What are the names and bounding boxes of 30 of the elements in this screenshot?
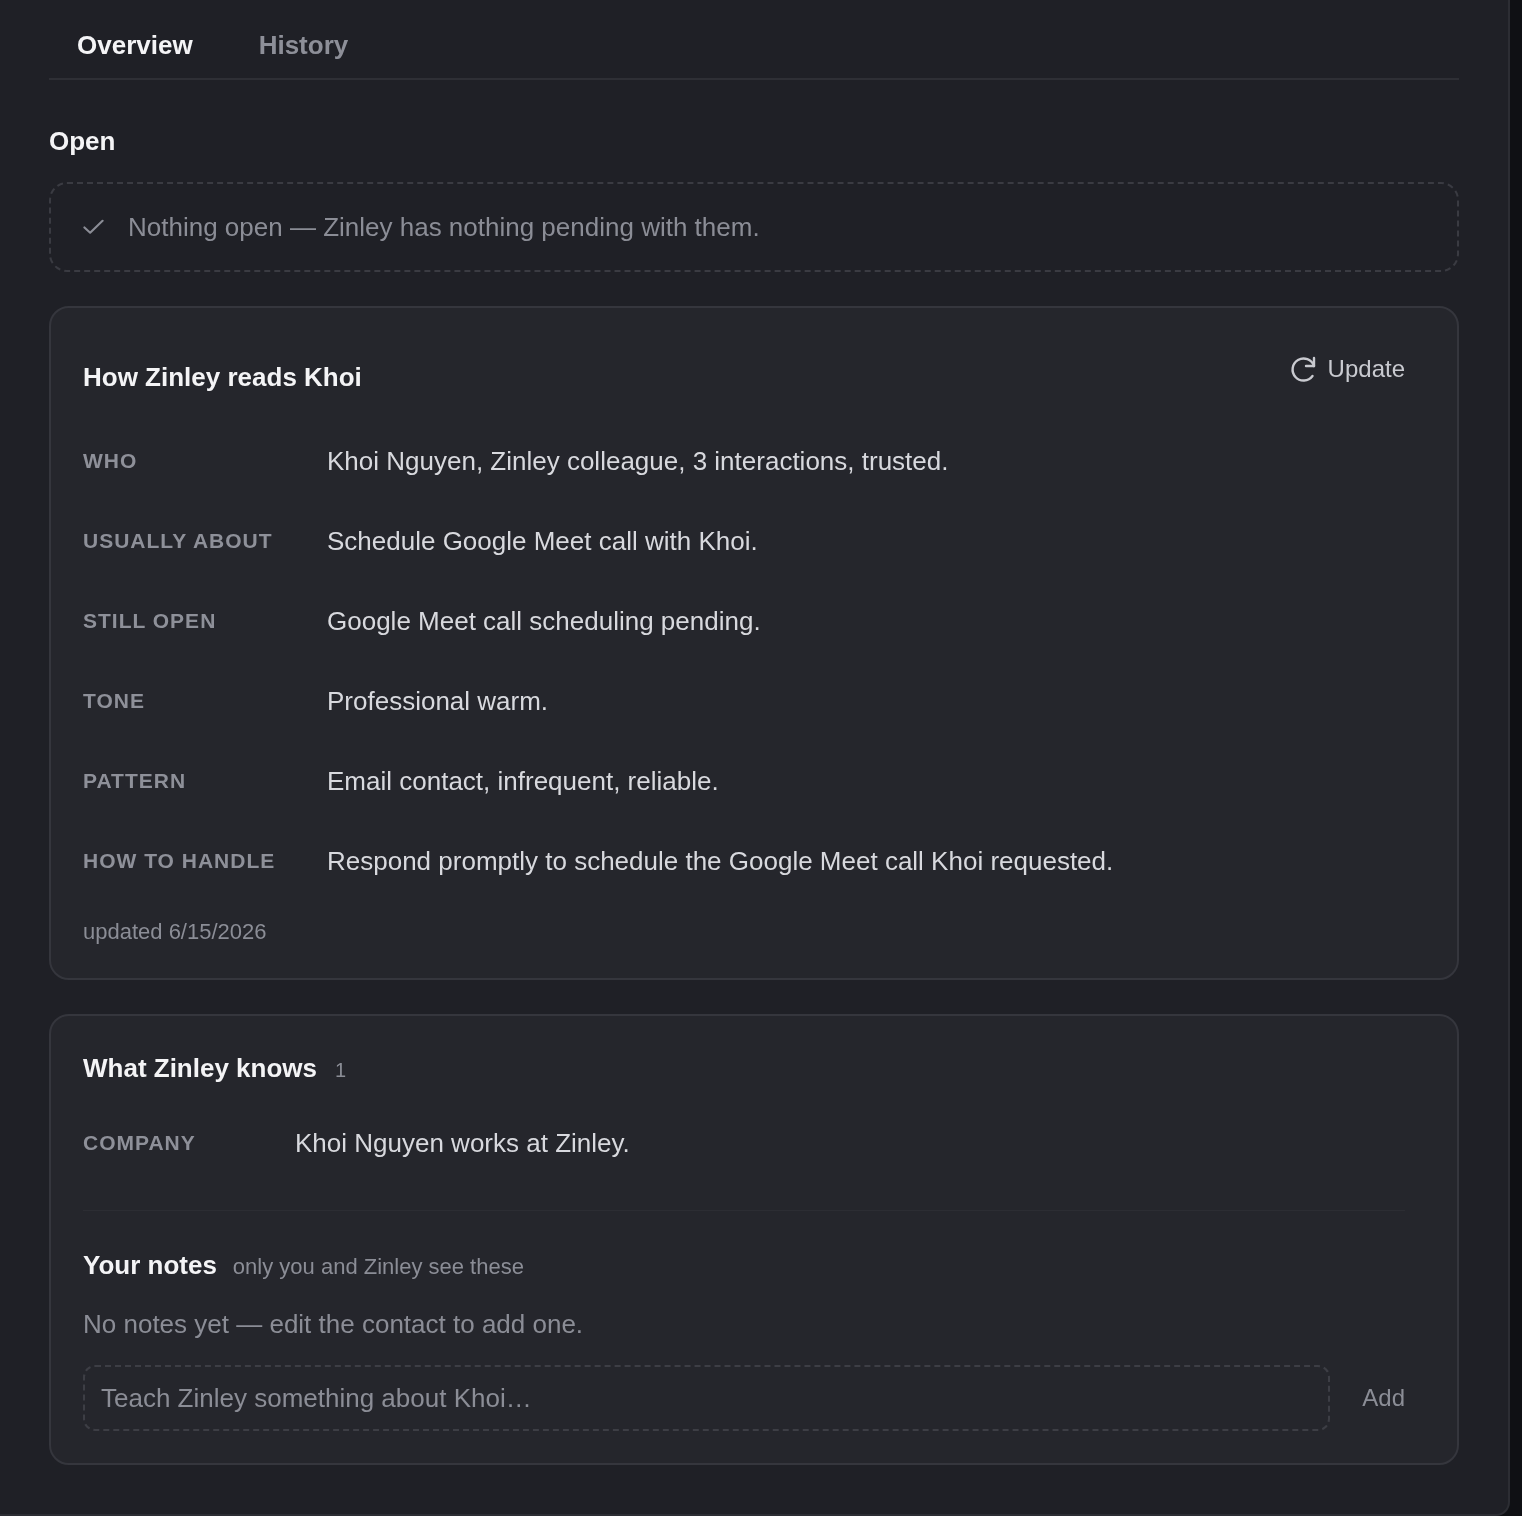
- field-label: TONE: [83, 688, 146, 714]
- field-value: Khoi Nguyen, Zinley colleague, 3 interactions, trusted.: [327, 445, 950, 478]
- updated-date: updated 6/15/2026: [83, 918, 268, 946]
- note-input-field[interactable]: Teach Zinley something about Khoi…: [83, 1365, 1331, 1431]
- update-button[interactable]: Update: [1289, 349, 1405, 389]
- notes-subtitle: only you and Zinley see these: [232, 1254, 524, 1280]
- card-title: What Zinley knows: [83, 1052, 318, 1084]
- field-value: Google Meet call scheduling pending.: [327, 605, 762, 638]
- field-value: Professional warm.: [327, 685, 550, 718]
- field-label: HOW TO HANDLE: [83, 848, 277, 874]
- fact-value: Khoi Nguyen works at Zinley.: [295, 1127, 631, 1160]
- field-label: USUALLY ABOUT: [83, 528, 274, 554]
- field-label: WHO: [83, 448, 139, 474]
- fact-label: COMPANY: [83, 1130, 197, 1156]
- empty-state-text: Nothing open — Zinley has nothing pending with them.: [128, 211, 760, 243]
- field-value: Email contact, infrequent, reliable.: [327, 765, 720, 798]
- tab[interactable]: Overview: [49, 0, 221, 78]
- tab[interactable]: History: [230, 0, 377, 78]
- field-value: Respond promptly to schedule the Google Meet call Khoi requested.: [327, 845, 1115, 878]
- field-value: Schedule Google Meet call with Khoi.: [327, 525, 759, 558]
- card-title: How Zinley reads Khoi: [83, 361, 362, 393]
- add-button[interactable]: Add: [1362, 1376, 1405, 1420]
- empty-notes-text: No notes yet — edit the contact to add one.: [83, 1308, 585, 1340]
- fact-count: 1: [335, 1059, 347, 1082]
- notes-heading: Your notes: [83, 1249, 217, 1281]
- field-label: PATTERN: [83, 768, 188, 794]
- field-label: STILL OPEN: [83, 608, 218, 634]
- check-icon: [83, 219, 104, 235]
- section-heading: Open: [49, 125, 117, 157]
- refresh-icon: [1289, 355, 1318, 383]
